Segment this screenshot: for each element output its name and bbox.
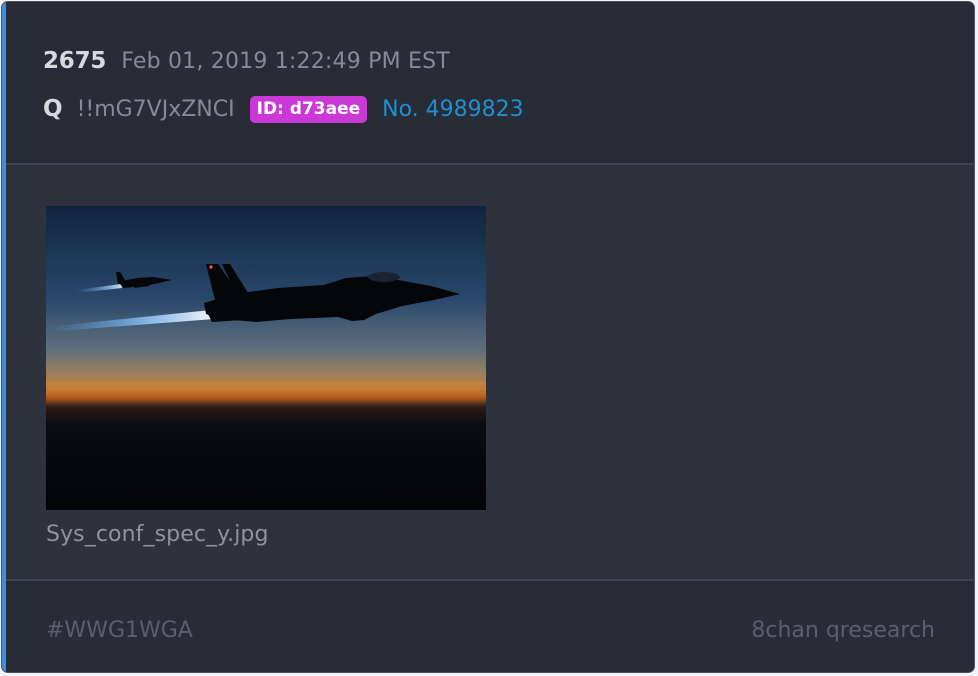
post-meta-row: 2675 Feb 01, 2019 1:22:49 PM EST <box>43 48 450 80</box>
post-number-link[interactable]: No. 4989823 <box>382 97 524 122</box>
author-tripcode: !!mG7VJxZNCI <box>76 96 235 122</box>
post-card: 2675 Feb 01, 2019 1:22:49 PM EST Q !!mG7… <box>1 1 975 673</box>
attachment-filename[interactable]: Sys_conf_spec_y.jpg <box>46 522 269 547</box>
poster-id-badge: ID: d73aee <box>249 95 368 123</box>
post-footer: #WWG1WGA 8chan qresearch <box>6 579 974 672</box>
post-number: 2675 <box>43 48 107 74</box>
post-timestamp: Feb 01, 2019 1:22:49 PM EST <box>121 49 450 74</box>
author-name: Q <box>43 96 63 122</box>
hashtag: #WWG1WGA <box>46 618 193 643</box>
source-label: 8chan qresearch <box>751 618 935 643</box>
post-header: 2675 Feb 01, 2019 1:22:49 PM EST Q !!mG7… <box>6 2 974 165</box>
post-body: Sys_conf_spec_y.jpg <box>6 165 974 579</box>
attachment-image[interactable] <box>46 206 486 510</box>
post-author-row: Q !!mG7VJxZNCI ID: d73aee No. 4989823 <box>43 92 524 126</box>
fighter-jets-image <box>46 206 486 510</box>
